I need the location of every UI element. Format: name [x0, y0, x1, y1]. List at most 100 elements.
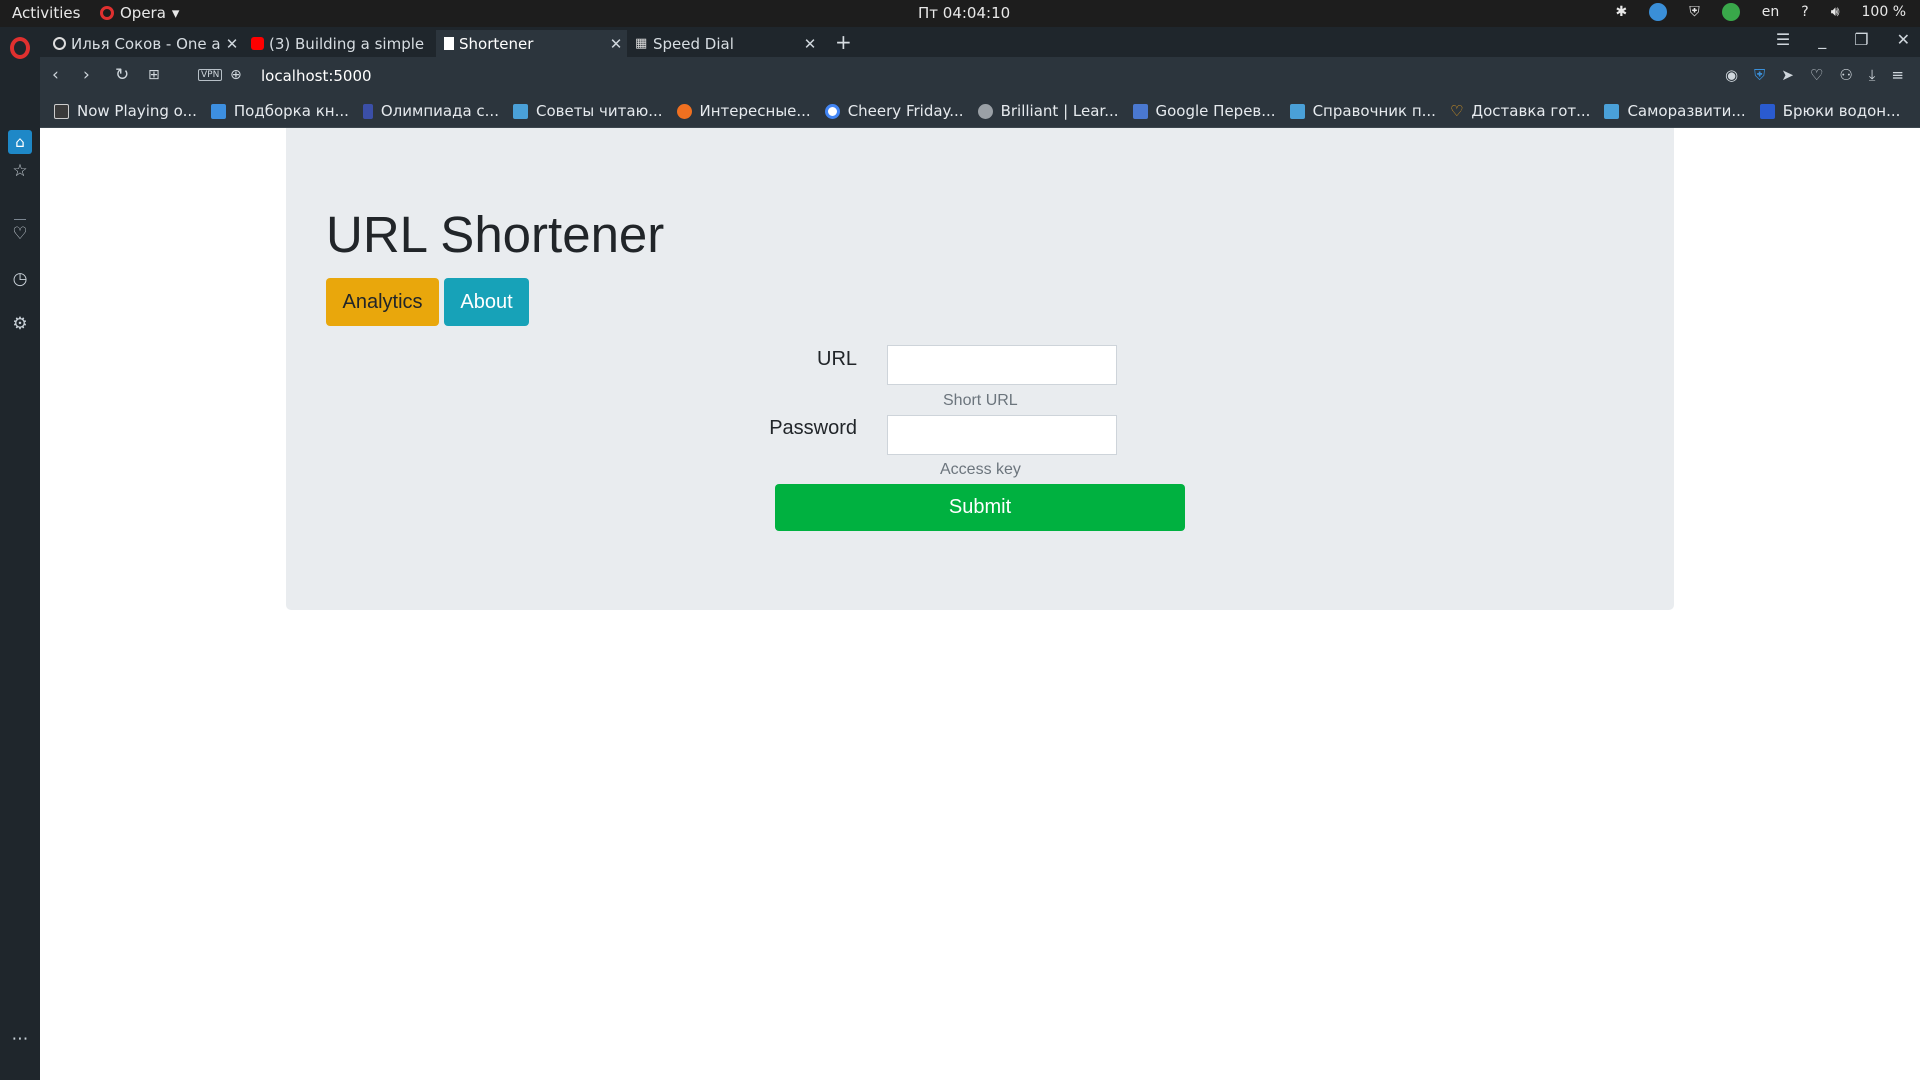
- telegram-icon[interactable]: [1649, 3, 1668, 21]
- tab-strip: Илья Соков - One ac ✕ (3) Building a sim…: [40, 27, 1920, 57]
- tab-title: Илья Соков - One ac: [71, 34, 221, 53]
- bookmark-item[interactable]: Олимпиада с...: [362, 102, 499, 120]
- bookmark-item[interactable]: Справочник п...: [1289, 102, 1436, 120]
- close-icon[interactable]: ✕: [605, 35, 627, 53]
- easy-setup-icon[interactable]: ⚇: [1839, 66, 1852, 84]
- minimize-icon[interactable]: _: [1818, 30, 1826, 49]
- address-bar-actions: ◉ ⛨ ➤ ♡ ⚇ ⤓ ≡: [1725, 66, 1904, 84]
- tab-shortener[interactable]: Shortener ✕: [436, 30, 627, 57]
- tab-sokov[interactable]: Илья Соков - One ac ✕: [45, 30, 243, 57]
- tab-title: Speed Dial: [653, 34, 734, 53]
- bookmark-item[interactable]: Now Playing o...: [54, 102, 197, 120]
- globe-icon[interactable]: ⊕: [230, 67, 242, 83]
- forward-icon[interactable]: ›: [83, 65, 90, 85]
- help-icon[interactable]: ?: [1801, 4, 1808, 20]
- bookmark-label: Now Playing o...: [77, 102, 197, 120]
- tab-title: Shortener: [459, 34, 534, 53]
- browser-sidebar: ⌂ ☆ ♡ ◷ ⚙ ⋯: [0, 27, 40, 1080]
- more-icon[interactable]: ⋯: [10, 1029, 30, 1049]
- tabs-grid-icon[interactable]: ⊞: [148, 67, 160, 83]
- language-indicator[interactable]: en: [1762, 4, 1780, 20]
- send-icon[interactable]: ➤: [1781, 66, 1794, 84]
- bookmark-label: Саморазвити...: [1627, 102, 1746, 120]
- os-top-bar: Activities Opera ▾ Пт 04:04:10 ✱ ⛨ en ? …: [0, 0, 1920, 27]
- battery-indicator[interactable]: 100 %: [1862, 4, 1906, 20]
- bookmark-label: Cheery Friday...: [847, 102, 964, 120]
- heart-icon[interactable]: ♡: [1810, 66, 1823, 84]
- password-help-text: Access key: [940, 461, 1021, 478]
- heart-outline-icon: ♡: [1449, 102, 1464, 120]
- clock[interactable]: Пт 04:04:10: [918, 4, 1010, 22]
- vpn-shield-icon[interactable]: [1721, 3, 1740, 21]
- activities-button[interactable]: Activities: [12, 4, 80, 22]
- bookmark-item[interactable]: Интересные...: [676, 102, 811, 120]
- bookmark-item[interactable]: Подборка кн...: [210, 102, 349, 120]
- close-icon[interactable]: ✕: [799, 35, 821, 53]
- analytics-button[interactable]: Analytics: [326, 278, 439, 326]
- page-icon: [444, 37, 454, 50]
- about-button[interactable]: About: [444, 278, 529, 326]
- url-input[interactable]: [887, 345, 1117, 385]
- bookmark-item[interactable]: ♡ Доставка гот...: [1450, 102, 1591, 120]
- speed-dial-icon[interactable]: ⌂: [8, 130, 32, 154]
- camera-icon[interactable]: ◉: [1725, 66, 1738, 84]
- bookmark-icon: [1759, 103, 1775, 119]
- bookmark-icon: [1289, 103, 1305, 119]
- bookmark-icon: [362, 103, 373, 119]
- opera-menu-icon[interactable]: [10, 37, 30, 59]
- bookmark-label: Google Перев...: [1155, 102, 1276, 120]
- new-tab-button[interactable]: +: [835, 30, 852, 54]
- bookmark-label: Брюки водон...: [1782, 102, 1901, 120]
- adblock-shield-icon[interactable]: ⛨: [1754, 66, 1765, 84]
- page-content: URL Shortener Analytics About URL Short …: [40, 128, 1920, 1080]
- volume-icon[interactable]: 🔊︎: [1831, 4, 1840, 20]
- youtube-icon: [251, 37, 264, 50]
- chevron-down-icon: ▾: [171, 4, 180, 22]
- address-bar: ‹ › ↻ ⊞ VPN ⊕ localhost:5000 ◉ ⛨ ➤ ♡ ⚇ ⤓…: [40, 57, 1920, 95]
- url-help-text: Short URL: [943, 392, 1018, 409]
- url-field[interactable]: localhost:5000: [261, 67, 372, 85]
- close-icon[interactable]: ✕: [221, 35, 243, 53]
- bookmark-item[interactable]: Cheery Friday...: [824, 102, 964, 120]
- bookmark-item[interactable]: Google Перев...: [1132, 102, 1276, 120]
- history-icon[interactable]: ◷: [10, 269, 30, 289]
- bookmark-label: Подборка кн...: [233, 102, 349, 120]
- back-icon[interactable]: ‹: [52, 65, 59, 85]
- menu-icon[interactable]: ≡: [1891, 66, 1904, 84]
- close-window-icon[interactable]: ✕: [1897, 30, 1910, 49]
- heart-icon[interactable]: ♡: [10, 224, 30, 244]
- bookmark-item[interactable]: Советы читаю...: [512, 102, 663, 120]
- bookmark-label: Справочник п...: [1312, 102, 1436, 120]
- password-input[interactable]: [887, 415, 1117, 455]
- slack-icon[interactable]: ✱: [1616, 4, 1628, 20]
- system-tray: ✱ ⛨ en ? 🔊︎ 100 %: [1616, 3, 1906, 21]
- google-icon: [824, 103, 840, 119]
- bookmark-icon: [210, 103, 226, 119]
- tab-speed-dial[interactable]: ▦ Speed Dial ✕: [627, 30, 821, 57]
- bookmark-label: Олимпиада с...: [380, 102, 499, 120]
- star-icon[interactable]: ☆: [10, 161, 30, 181]
- jumbotron: URL Shortener Analytics About URL Short …: [286, 128, 1674, 610]
- gear-icon[interactable]: ⚙: [10, 314, 30, 334]
- tab-title: (3) Building a simple: [269, 34, 425, 53]
- bookmark-icon: [54, 103, 69, 119]
- vpn-badge[interactable]: VPN: [198, 69, 223, 81]
- download-icon[interactable]: ⤓: [1869, 66, 1876, 84]
- page-title: URL Shortener: [326, 206, 665, 263]
- bookmark-item[interactable]: Саморазвити...: [1604, 102, 1746, 120]
- bookmark-label: Советы читаю...: [535, 102, 663, 120]
- bookmark-item[interactable]: Брюки водон...: [1759, 102, 1901, 120]
- bookmark-label: Доставка гот...: [1471, 102, 1591, 120]
- submit-button[interactable]: Submit: [775, 484, 1185, 531]
- c-favicon-icon: [53, 37, 66, 50]
- restore-icon[interactable]: ❐: [1854, 30, 1868, 49]
- reload-icon[interactable]: ↻: [115, 65, 129, 85]
- bookmark-icon: [977, 103, 993, 119]
- tab-menu-icon[interactable]: ☰: [1776, 30, 1790, 49]
- bookmark-icon: [676, 103, 692, 119]
- app-menu[interactable]: Opera ▾: [100, 4, 179, 22]
- translate-icon: [1132, 103, 1148, 119]
- bookmark-label: Brilliant | Lear...: [1000, 102, 1119, 120]
- bookmark-item[interactable]: Brilliant | Lear...: [977, 102, 1119, 120]
- shield-icon[interactable]: ⛨: [1689, 4, 1700, 20]
